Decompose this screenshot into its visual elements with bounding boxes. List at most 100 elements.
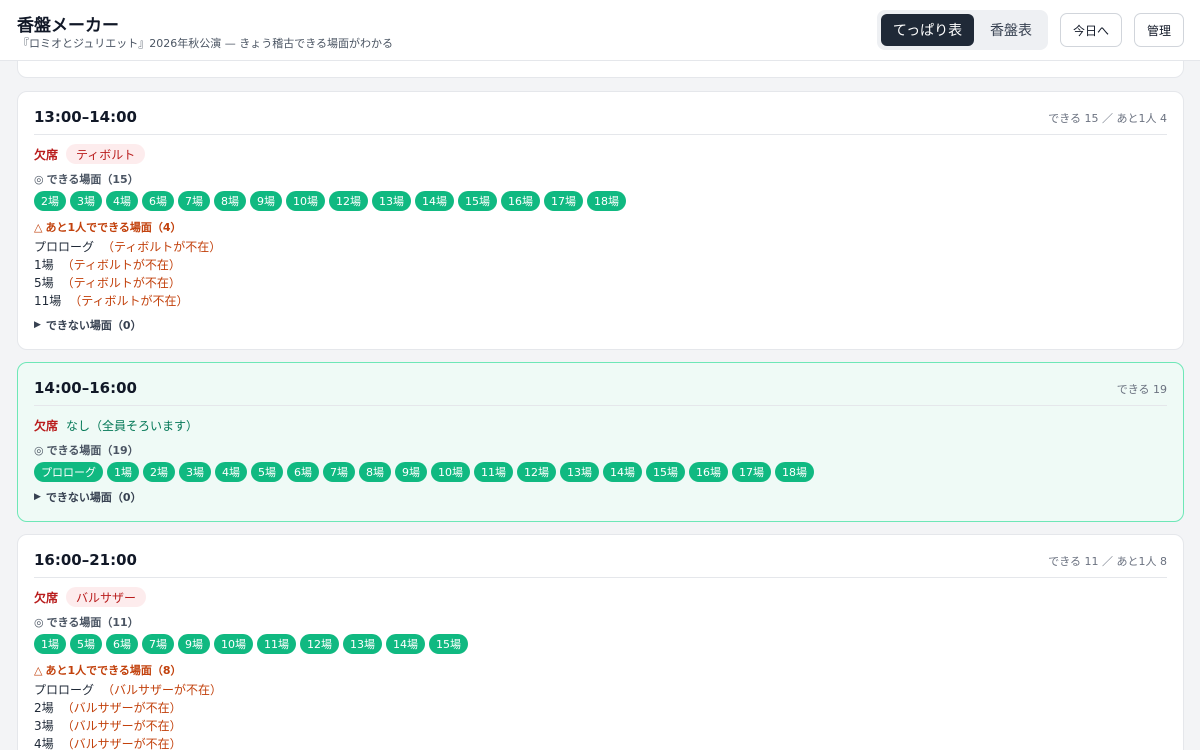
one-more-scene-list: プロローグ （ティボルトが不在） 1場 （ティボルトが不在） 5場 （ティボルトが不在） 1… xyxy=(34,238,1167,310)
scene-chip[interactable]: 18場 xyxy=(587,191,626,211)
scene-chip[interactable]: 12場 xyxy=(300,634,339,654)
scene-chip[interactable]: 2場 xyxy=(34,191,66,211)
slot-header: 16:00–21:00 できる 11 ／ あと1人 8 xyxy=(34,535,1167,578)
can-scene-list: 2場 3場 4場 6場 7場 8場 9場 10場 12場 13場 14場 15場 16場 17場 18場 xyxy=(34,191,1167,211)
scene-chip[interactable]: 16場 xyxy=(689,462,728,482)
one-more-scene: 11場 xyxy=(34,294,62,308)
double-circle-icon: ◎ xyxy=(34,172,44,186)
one-more-note: （ティボルトが不在） xyxy=(102,240,222,254)
can-scene-list: 1場 5場 6場 7場 9場 10場 11場 12場 13場 14場 15場 xyxy=(34,634,1167,654)
scene-chip[interactable]: 14場 xyxy=(603,462,642,482)
tab-koban[interactable]: 香盤表 xyxy=(978,14,1044,46)
one-more-item: 1場 （ティボルトが不在） xyxy=(34,256,1167,274)
absent-member-chip: バルサザー xyxy=(66,587,147,607)
scene-chip[interactable]: 13場 xyxy=(372,191,411,211)
scene-chip[interactable]: 14場 xyxy=(415,191,454,211)
one-more-note: （ティボルトが不在） xyxy=(61,258,181,272)
scene-chip[interactable]: 10場 xyxy=(431,462,470,482)
one-more-note: （バルサザーが不在） xyxy=(61,719,182,733)
scene-chip[interactable]: 7場 xyxy=(142,634,174,654)
scene-chip[interactable]: 3場 xyxy=(179,462,211,482)
one-more-note: （ティボルトが不在） xyxy=(69,294,189,308)
scene-chip[interactable]: 12場 xyxy=(329,191,368,211)
scene-chip[interactable]: 11場 xyxy=(257,634,296,654)
scene-chip[interactable]: 7場 xyxy=(178,191,210,211)
one-more-section-label: △ あと1人でできる場面（8） xyxy=(34,663,182,678)
one-more-item: プロローグ （バルサザーが不在） xyxy=(34,681,1167,699)
scene-chip[interactable]: 12場 xyxy=(517,462,556,482)
absent-row: 欠席 なし（全員そろいます） xyxy=(34,415,1167,435)
one-more-item: 5場 （ティボルトが不在） xyxy=(34,274,1167,292)
scene-chip[interactable]: 1場 xyxy=(107,462,139,482)
scene-chip[interactable]: 9場 xyxy=(395,462,427,482)
double-circle-icon: ◎ xyxy=(34,443,44,457)
cannot-section-toggle[interactable]: ▶ できない場面（0） xyxy=(34,317,1167,333)
absent-member-chip: ティボルト xyxy=(66,144,146,164)
slot-time: 14:00–16:00 xyxy=(34,379,137,397)
scene-chip[interactable]: 14場 xyxy=(386,634,425,654)
slot-card: 16:00–21:00 できる 11 ／ あと1人 8 欠席 バルサザー ◎ で… xyxy=(17,534,1184,750)
slot-time: 13:00–14:00 xyxy=(34,108,137,126)
one-more-scene: 2場 xyxy=(34,701,54,715)
one-more-item: 4場 （バルサザーが不在） xyxy=(34,735,1167,750)
one-more-note: （ティボルトが不在） xyxy=(61,276,181,290)
one-more-item: 2場 （バルサザーが不在） xyxy=(34,699,1167,717)
scene-chip[interactable]: 15場 xyxy=(646,462,685,482)
disclosure-triangle-icon: ▶ xyxy=(34,320,41,330)
one-more-note: （バルサザーが不在） xyxy=(102,683,223,697)
cannot-section-toggle[interactable]: ▶ できない場面（0） xyxy=(34,489,1167,505)
absent-row: 欠席 バルサザー xyxy=(34,587,1167,607)
scene-chip[interactable]: 18場 xyxy=(775,462,814,482)
disclosure-triangle-icon: ▶ xyxy=(34,492,41,502)
app-title: 香盤メーカー xyxy=(17,16,119,36)
scene-chip[interactable]: 10場 xyxy=(286,191,325,211)
scene-chip[interactable]: 4場 xyxy=(106,191,138,211)
scene-chip[interactable]: プロローグ xyxy=(34,462,103,482)
slot-card: 14:00–16:00 できる 19 欠席 なし（全員そろいます） ◎ できる場… xyxy=(17,362,1184,522)
scene-chip[interactable]: 13場 xyxy=(560,462,599,482)
slot-header: 13:00–14:00 できる 15 ／ あと1人 4 xyxy=(34,92,1167,135)
scene-chip[interactable]: 3場 xyxy=(70,191,102,211)
scene-chip[interactable]: 10場 xyxy=(214,634,253,654)
triangle-icon: △ xyxy=(34,220,43,234)
scene-chip[interactable]: 6場 xyxy=(106,634,138,654)
slot-counts: できる 11 ／ あと1人 8 xyxy=(1048,555,1167,568)
scene-chip[interactable]: 8場 xyxy=(214,191,246,211)
scene-chip[interactable]: 2場 xyxy=(143,462,175,482)
one-more-note: （バルサザーが不在） xyxy=(61,701,182,715)
one-more-item: プロローグ （ティボルトが不在） xyxy=(34,238,1167,256)
today-button[interactable]: 今日へ xyxy=(1060,13,1122,47)
absent-label: 欠席 xyxy=(34,147,59,162)
one-more-scene: 4場 xyxy=(34,737,54,750)
scene-chip[interactable]: 9場 xyxy=(250,191,282,211)
double-circle-icon: ◎ xyxy=(34,615,44,629)
scene-chip[interactable]: 15場 xyxy=(458,191,497,211)
scene-chip[interactable]: 4場 xyxy=(215,462,247,482)
scene-chip[interactable]: 5場 xyxy=(70,634,102,654)
app-header: 香盤メーカー 『ロミオとジュリエット』2026年秋公演 — きょう稽古できる場面… xyxy=(0,0,1200,61)
scene-chip[interactable]: 17場 xyxy=(732,462,771,482)
slot-header: 14:00–16:00 できる 19 xyxy=(34,363,1167,406)
scene-chip[interactable]: 16場 xyxy=(501,191,540,211)
absent-row: 欠席 ティボルト xyxy=(34,144,1167,164)
one-more-scene: 3場 xyxy=(34,719,54,733)
scene-chip[interactable]: 6場 xyxy=(287,462,319,482)
scene-chip[interactable]: 6場 xyxy=(142,191,174,211)
view-toggle: てっぱり表 香盤表 xyxy=(877,10,1048,50)
slot-counts: できる 19 xyxy=(1116,383,1167,396)
app-subtitle: 『ロミオとジュリエット』2026年秋公演 — きょう稽古できる場面がわかる xyxy=(18,37,393,50)
scene-chip[interactable]: 13場 xyxy=(343,634,382,654)
scene-chip[interactable]: 11場 xyxy=(474,462,513,482)
scene-chip[interactable]: 9場 xyxy=(178,634,210,654)
scene-chip[interactable]: 7場 xyxy=(323,462,355,482)
tab-teppari[interactable]: てっぱり表 xyxy=(881,14,974,46)
scene-chip[interactable]: 1場 xyxy=(34,634,66,654)
admin-button[interactable]: 管理 xyxy=(1134,13,1184,47)
absent-label: 欠席 xyxy=(34,590,59,605)
scene-chip[interactable]: 17場 xyxy=(544,191,583,211)
scene-chip[interactable]: 15場 xyxy=(429,634,468,654)
absent-none-text: なし（全員そろいます） xyxy=(66,418,199,433)
can-scene-list: プロローグ 1場 2場 3場 4場 5場 6場 7場 8場 9場 10場 11場 12場 13場 14場 15… xyxy=(34,462,1167,482)
scene-chip[interactable]: 8場 xyxy=(359,462,391,482)
scene-chip[interactable]: 5場 xyxy=(251,462,283,482)
